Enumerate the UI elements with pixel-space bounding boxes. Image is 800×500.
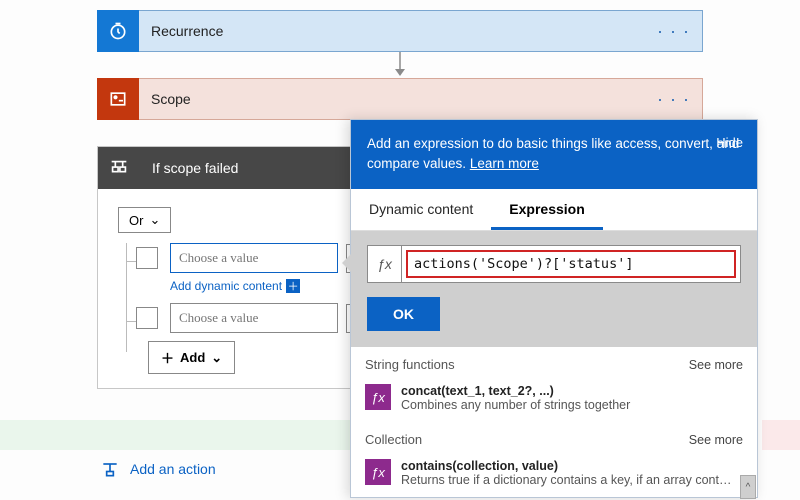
add-label: Add	[180, 350, 205, 365]
ok-button[interactable]: OK	[367, 297, 440, 331]
panel-header: Add an expression to do basic things lik…	[351, 120, 757, 189]
scope-block[interactable]: Scope · · ·	[97, 78, 703, 120]
learn-more-link[interactable]: Learn more	[470, 156, 539, 171]
panel-help-text: Add an expression to do basic things lik…	[367, 136, 739, 171]
fx-icon: ƒx	[365, 459, 391, 485]
scope-icon	[97, 78, 139, 120]
add-action-label: Add an action	[130, 461, 216, 477]
add-condition-button[interactable]: ＋ Add ⌄	[148, 341, 235, 374]
add-action-icon	[100, 459, 120, 479]
fx-icon: ƒx	[367, 245, 401, 283]
function-concat[interactable]: ƒx concat(text_1, text_2?, ...) Combines…	[351, 378, 757, 422]
dynamic-content-label: Add dynamic content	[170, 279, 282, 293]
value-input-2[interactable]	[170, 303, 338, 333]
tab-expression[interactable]: Expression	[491, 189, 602, 230]
value-input-1[interactable]	[170, 243, 338, 273]
clock-icon	[97, 10, 139, 52]
connector-arrow	[0, 52, 800, 78]
add-action-button[interactable]: Add an action	[100, 459, 216, 479]
condition-icon	[98, 147, 140, 189]
fn-description: Combines any number of strings together	[401, 398, 630, 412]
scope-menu-icon[interactable]: · · ·	[657, 89, 690, 110]
section-title: String functions	[365, 357, 455, 372]
condition-title: If scope failed	[152, 160, 238, 176]
row-checkbox[interactable]	[136, 307, 158, 329]
panel-pointer-icon	[342, 254, 351, 272]
section-title: Collection	[365, 432, 422, 447]
tab-dynamic-content[interactable]: Dynamic content	[351, 189, 491, 230]
expression-input[interactable]: actions('Scope')?['status']	[406, 250, 736, 278]
row-checkbox[interactable]	[136, 247, 158, 269]
fx-icon: ƒx	[365, 384, 391, 410]
recurrence-menu-icon[interactable]: · · ·	[657, 21, 690, 42]
fn-signature: contains(collection, value)	[401, 459, 731, 473]
group-operator-dropdown[interactable]: Or ⌄	[118, 207, 171, 233]
recurrence-title: Recurrence	[151, 23, 223, 39]
fn-signature: concat(text_1, text_2?, ...)	[401, 384, 630, 398]
chevron-down-icon: ⌄	[149, 212, 160, 228]
chevron-down-icon: ⌄	[211, 350, 222, 366]
see-more-link[interactable]: See more	[689, 358, 743, 372]
recurrence-block[interactable]: Recurrence · · ·	[97, 10, 703, 52]
string-functions-header: String functions See more	[351, 347, 757, 378]
group-operator-label: Or	[129, 213, 143, 228]
scope-title: Scope	[151, 91, 191, 107]
see-more-link[interactable]: See more	[689, 433, 743, 447]
plus-icon: ＋	[161, 348, 174, 367]
scrollbar-up-icon[interactable]: ^	[740, 475, 756, 499]
plus-icon: ＋	[286, 279, 300, 293]
collection-functions-header: Collection See more	[351, 422, 757, 453]
function-contains[interactable]: ƒx contains(collection, value) Returns t…	[351, 453, 757, 497]
hide-button[interactable]: Hide	[716, 134, 743, 153]
expression-input-wrap: actions('Scope')?['status']	[401, 245, 741, 283]
expression-panel: Add an expression to do basic things lik…	[350, 119, 758, 498]
panel-tabs: Dynamic content Expression	[351, 189, 757, 231]
fn-description: Returns true if a dictionary contains a …	[401, 473, 731, 487]
